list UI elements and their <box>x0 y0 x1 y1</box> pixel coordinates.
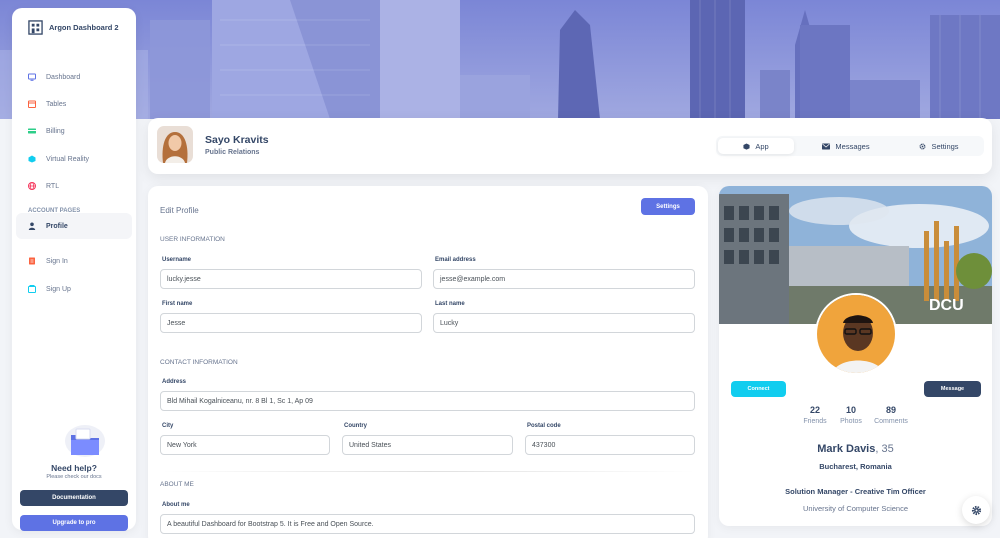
profile-avatar <box>815 293 897 375</box>
sidebar-item-dashboard[interactable]: Dashboard <box>16 64 132 90</box>
sidebar-item-label: RTL <box>46 182 60 190</box>
username-field[interactable]: lucky.jesse <box>160 269 422 289</box>
tab-messages[interactable]: Messages <box>798 138 894 154</box>
sidebar-item-sign-up[interactable]: Sign Up <box>16 276 132 302</box>
tab-label: App <box>755 141 769 151</box>
sidebar-item-label: Sign In <box>46 257 68 265</box>
user-name: Mark Davis, 35 <box>719 443 992 455</box>
sidebar-item-label: Sign Up <box>46 285 71 293</box>
tab-settings[interactable]: Settings <box>896 138 982 154</box>
stat-value: 89 <box>885 405 896 415</box>
user-information-title: USER INFORMATION <box>160 236 225 243</box>
help-subtitle: Please check our docs <box>46 474 102 480</box>
profile-tabs: App Messages Settings <box>716 136 984 156</box>
sidebar-item-billing[interactable]: Billing <box>16 118 132 144</box>
stat-value: 22 <box>809 405 820 415</box>
city-skyline-image <box>0 0 1000 119</box>
stat-friends: 22 Friends <box>797 405 833 425</box>
sidebar-item-sign-in[interactable]: Sign In <box>16 248 132 274</box>
stat-photos: 10 Photos <box>833 405 869 425</box>
country-label: Country <box>344 423 367 429</box>
tab-label: Settings <box>931 141 959 151</box>
divider <box>160 471 696 472</box>
username-label: Username <box>162 257 192 263</box>
stat-label: Comments <box>874 418 908 425</box>
last-name-label: Last name <box>435 301 465 307</box>
user-location: Bucharest, Romania <box>819 462 892 471</box>
world-icon <box>28 182 36 190</box>
sidebar-item-virtual-reality[interactable]: Virtual Reality <box>16 146 132 172</box>
cube-icon <box>743 142 750 150</box>
gear-icon <box>919 143 926 149</box>
documentation-button[interactable]: Documentation <box>20 490 128 506</box>
sidebar-item-profile[interactable]: Profile <box>16 213 132 239</box>
document-icon <box>28 257 36 265</box>
edit-profile-title: Edit Profile <box>160 206 199 215</box>
user-name-text: Mark Davis <box>817 443 876 455</box>
city-field[interactable]: New York <box>160 435 330 455</box>
envelope-icon <box>822 143 831 149</box>
edit-profile-card: Edit Profile Settings USER INFORMATION U… <box>148 186 708 538</box>
calendar-icon <box>28 100 36 108</box>
profile-name: Sayo Kravits <box>205 134 269 146</box>
last-name-field[interactable]: Lucky <box>433 313 695 333</box>
help-title: Need help? <box>51 463 97 473</box>
postal-code-field[interactable]: 437300 <box>525 435 695 455</box>
user-job: Solution Manager - Creative Tim Officer <box>785 487 926 496</box>
buildings-logo-icon <box>28 20 43 35</box>
settings-button[interactable]: Settings <box>641 198 695 215</box>
user-university: University of Computer Science <box>802 504 909 513</box>
first-name-label: First name <box>162 301 193 307</box>
app-icon <box>28 155 36 163</box>
folder-illustration <box>65 425 105 457</box>
city-label: City <box>162 423 174 429</box>
gear-icon <box>971 505 981 515</box>
email-label: Email address <box>435 257 476 263</box>
first-name-field[interactable]: Jesse <box>160 313 422 333</box>
country-field[interactable]: United States <box>342 435 513 455</box>
sidebar-item-label: Profile <box>46 222 68 230</box>
profile-card: DCU Connect Message 22 Friends 10 Photos… <box>719 186 992 526</box>
stat-comments: 89 Comments <box>869 405 913 425</box>
connect-button[interactable]: Connect <box>731 381 786 397</box>
avatar <box>157 126 193 163</box>
postal-code-label: Postal code <box>527 423 561 429</box>
user-icon <box>28 222 36 230</box>
address-label: Address <box>162 379 187 385</box>
sidebar-item-label: Dashboard <box>46 73 81 81</box>
sidebar-item-label: Tables <box>46 100 67 108</box>
configurator-button[interactable] <box>962 496 990 524</box>
message-button[interactable]: Message <box>924 381 981 397</box>
user-age: , 35 <box>875 443 894 455</box>
sidebar: Argon Dashboard 2 Dashboard Tables Billi… <box>12 8 136 531</box>
brand[interactable]: Argon Dashboard 2 <box>28 20 119 35</box>
profile-header-card: Sayo Kravits Public Relations App Messag… <box>148 118 992 174</box>
sidebar-item-rtl[interactable]: RTL <box>16 173 132 199</box>
stat-value: 10 <box>845 405 856 415</box>
stat-label: Friends <box>803 418 827 425</box>
cover-sign: DCU <box>929 297 964 314</box>
collection-icon <box>28 285 36 293</box>
header-banner <box>0 0 1000 119</box>
tab-label: Messages <box>835 141 870 151</box>
credit-card-icon <box>28 127 36 135</box>
sidebar-item-label: Virtual Reality <box>46 155 90 163</box>
email-field[interactable]: jesse@example.com <box>433 269 695 289</box>
brand-name: Argon Dashboard 2 <box>49 23 119 32</box>
tv-icon <box>28 73 36 81</box>
tab-app[interactable]: App <box>718 138 794 154</box>
about-me-field[interactable]: A beautiful Dashboard for Bootstrap 5. I… <box>160 514 695 534</box>
about-me-title: ABOUT ME <box>160 481 194 488</box>
contact-information-title: CONTACT INFORMATION <box>160 359 238 366</box>
stat-label: Photos <box>840 418 862 425</box>
address-field[interactable]: Bld Mihail Kogalniceanu, nr. 8 Bl 1, Sc … <box>160 391 695 411</box>
sidebar-item-tables[interactable]: Tables <box>16 91 132 117</box>
about-me-label: About me <box>162 502 190 508</box>
upgrade-button[interactable]: Upgrade to pro <box>20 515 128 531</box>
profile-role: Public Relations <box>205 149 260 156</box>
sidebar-item-label: Billing <box>46 127 65 135</box>
